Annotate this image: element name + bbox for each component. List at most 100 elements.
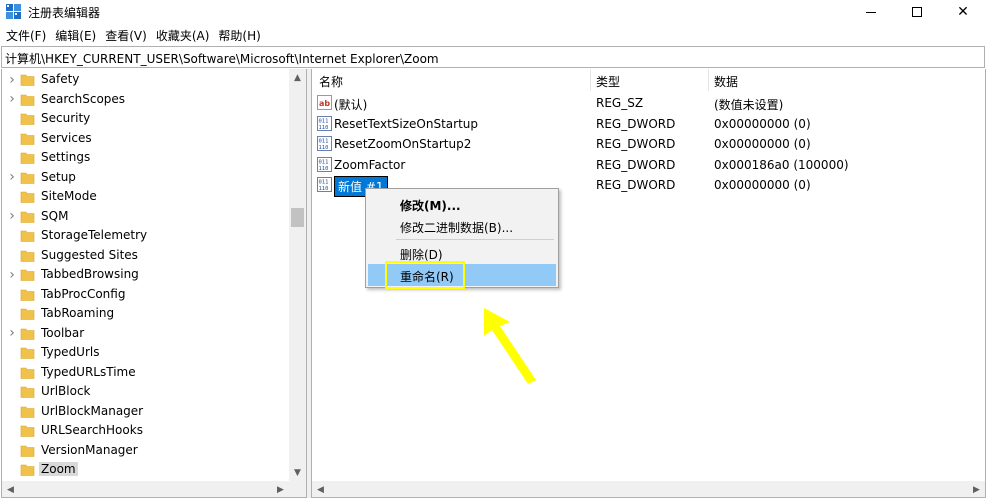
column-data-header[interactable]: 数据 <box>714 73 738 90</box>
list-header: 名称 类型 数据 <box>312 69 985 91</box>
scroll-right-icon[interactable]: ▶ <box>272 481 289 497</box>
tree-item[interactable]: Suggested Sites <box>2 246 288 265</box>
svg-text:011: 011 <box>319 180 329 186</box>
tree-item[interactable]: Services <box>2 129 288 148</box>
tree-item-label: SearchScopes <box>41 91 126 106</box>
column-name-header[interactable]: 名称 <box>319 73 343 90</box>
tree-item[interactable]: UrlBlockManager <box>2 402 288 421</box>
column-type-header[interactable]: 类型 <box>596 73 620 90</box>
tree-item[interactable]: › Safety <box>2 70 288 89</box>
tree-item[interactable]: TabRoaming <box>2 304 288 323</box>
menu-favorites[interactable]: 收藏夹(A) <box>154 27 217 44</box>
menu-file[interactable]: 文件(F) <box>4 27 53 44</box>
address-bar[interactable]: 计算机\HKEY_CURRENT_USER\Software\Microsoft… <box>1 46 985 68</box>
folder-icon <box>20 365 35 380</box>
annotation-arrow-icon <box>484 308 536 384</box>
registry-editor-icon <box>6 4 21 19</box>
expand-chevron-icon[interactable]: › <box>8 325 16 341</box>
binary-value-icon: 011 110 <box>317 177 332 192</box>
close-icon: ✕ <box>957 4 969 20</box>
tree-item[interactable]: TypedURLsTime <box>2 363 288 382</box>
folder-icon <box>20 72 35 87</box>
value-name: ResetTextSizeOnStartup <box>334 116 479 131</box>
value-row[interactable]: 011 110 ResetTextSizeOnStartup REG_DWORD 0x0… <box>312 114 985 134</box>
minimize-icon <box>866 11 876 13</box>
tree-item-label: TabRoaming <box>41 306 115 320</box>
scroll-down-icon[interactable]: ▼ <box>289 464 306 481</box>
key-tree[interactable]: › Safety › SearchScopes Security Services Sett… <box>1 69 307 498</box>
tree-item[interactable]: › SearchScopes <box>2 90 288 109</box>
value-type: REG_DWORD <box>596 157 676 172</box>
tree-item[interactable]: StorageTelemetry <box>2 226 288 245</box>
tree-item[interactable]: SiteMode <box>2 187 288 206</box>
tree-item-label: SiteMode <box>41 189 97 203</box>
scroll-up-icon[interactable]: ▲ <box>289 69 306 86</box>
window-title: 注册表编辑器 <box>28 6 101 20</box>
column-divider[interactable] <box>708 69 709 91</box>
value-data: 0x000186a0 (100000) <box>714 157 849 172</box>
maximize-icon <box>912 7 922 17</box>
svg-text:011: 011 <box>319 118 329 124</box>
tree-item[interactable]: Security <box>2 109 288 128</box>
menu-item-modify-binary[interactable]: 修改二进制数据(B)... <box>368 215 556 237</box>
tree-item-label: UrlBlockManager <box>41 403 144 418</box>
tree-scroll-thumb[interactable] <box>291 208 304 227</box>
svg-text:011: 011 <box>319 139 329 145</box>
tree-item[interactable]: › TabbedBrowsing <box>2 265 288 284</box>
value-name: ZoomFactor <box>334 157 406 172</box>
string-value-icon: ab <box>317 95 332 110</box>
menu-view[interactable]: 查看(V) <box>103 27 154 44</box>
expand-chevron-icon[interactable]: › <box>8 208 16 224</box>
tree-item-label: Services <box>41 130 92 145</box>
value-row[interactable]: 011 110 ResetZoomOnStartup2 REG_DWORD 0x0000… <box>312 134 985 154</box>
folder-icon <box>20 287 35 302</box>
menu-edit[interactable]: 编辑(E) <box>53 27 103 44</box>
tree-item[interactable]: Zoom <box>2 460 288 479</box>
tree-item[interactable]: Settings <box>2 148 288 167</box>
close-button[interactable]: ✕ <box>940 0 986 24</box>
list-horizontal-scrollbar[interactable]: ◀ ▶ <box>312 481 985 497</box>
svg-text:110: 110 <box>319 166 329 172</box>
tree-item[interactable]: › SQM <box>2 207 288 226</box>
scroll-left-icon[interactable]: ◀ <box>312 481 329 497</box>
scroll-left-icon[interactable]: ◀ <box>2 481 19 497</box>
maximize-button[interactable] <box>894 0 940 24</box>
value-name: (默认) <box>334 98 368 112</box>
value-type: REG_DWORD <box>596 137 676 151</box>
minimize-button[interactable] <box>848 0 894 24</box>
tree-item-label: StorageTelemetry <box>41 228 148 242</box>
value-row[interactable]: 011 110 ZoomFactor REG_DWORD 0x000186a0 (100… <box>312 155 985 175</box>
tree-item[interactable]: › Setup <box>2 168 288 187</box>
value-type: REG_SZ <box>596 96 644 110</box>
scroll-right-icon[interactable]: ▶ <box>968 481 985 497</box>
menu-item-modify[interactable]: 修改(M)... <box>368 193 556 215</box>
tree-item-label: URLSearchHooks <box>41 423 143 437</box>
expand-chevron-icon[interactable]: › <box>8 169 16 185</box>
tree-vertical-scrollbar[interactable]: ▲ ▼ <box>289 69 306 481</box>
tree-item[interactable]: TabProcConfig <box>2 285 288 304</box>
tree-item[interactable]: VersionManager <box>2 441 288 460</box>
expand-chevron-icon[interactable]: › <box>8 91 16 107</box>
value-data: 0x00000000 (0) <box>714 178 811 192</box>
tree-item[interactable]: UrlBlock <box>2 382 288 401</box>
tree-horizontal-scrollbar[interactable]: ◀ ▶ <box>2 481 306 497</box>
tree-item[interactable]: › Toolbar <box>2 324 288 343</box>
column-divider[interactable] <box>590 69 591 91</box>
tree-item[interactable]: TypedUrls <box>2 343 288 362</box>
menu-separator <box>396 239 554 240</box>
expand-chevron-icon[interactable]: › <box>8 267 16 283</box>
value-type: REG_DWORD <box>596 116 676 131</box>
folder-icon <box>20 92 35 107</box>
tree-item-label: SQM <box>41 208 69 223</box>
menu-help[interactable]: 帮助(H) <box>216 27 267 44</box>
folder-icon <box>20 248 35 263</box>
svg-text:011: 011 <box>319 159 329 165</box>
folder-icon <box>20 131 35 146</box>
tree-item[interactable]: URLSearchHooks <box>2 421 288 440</box>
svg-text:ab: ab <box>319 99 330 108</box>
folder-icon <box>20 209 35 224</box>
expand-chevron-icon[interactable]: › <box>8 72 16 88</box>
highlight-box <box>385 261 465 289</box>
value-row[interactable]: ab (默认) REG_SZ (数值未设置) <box>312 93 985 113</box>
folder-icon <box>20 170 35 185</box>
